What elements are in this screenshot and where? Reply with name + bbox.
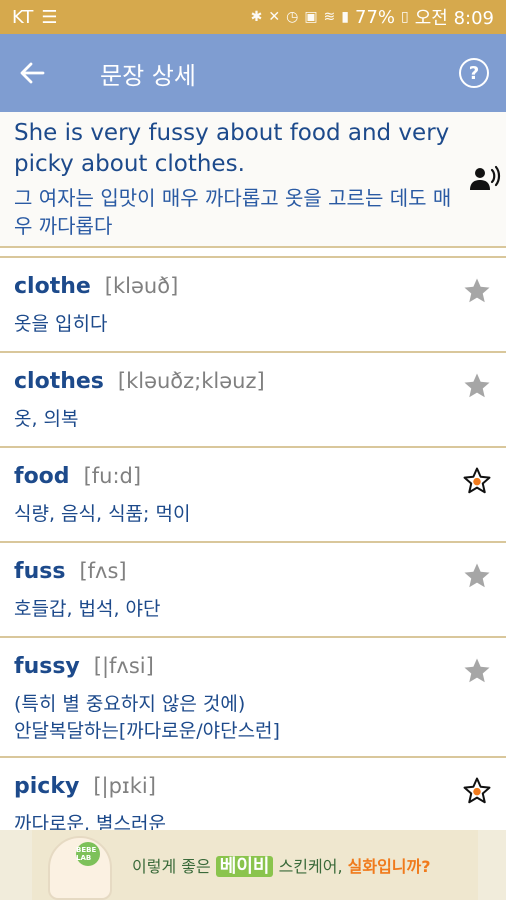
back-arrow-icon <box>20 62 45 84</box>
word-meaning-line: 안달복달하는[까다로운/야단스런] <box>14 720 280 742</box>
word-meaning: 식량, 음식, 식품; 먹이 <box>14 503 191 525</box>
star-icon[interactable] <box>462 371 492 401</box>
sentence-panel: She is very fussy about food and very pi… <box>0 112 506 248</box>
star-outline-icon[interactable] <box>462 466 492 496</box>
ad-content: BEBE LAB 이렇게 좋은 베이비 스킨케어, 실화입니까? <box>32 830 478 900</box>
word-head: clothe [kləuð] <box>14 274 446 299</box>
word-phonetic: [fʌs] <box>79 559 127 583</box>
word-item-fuss[interactable]: fuss [fʌs] 호들갑, 법석, 야단 <box>0 541 506 636</box>
word-text: fuss <box>14 559 66 584</box>
nfc-icon: ▣ <box>304 9 318 25</box>
ad-banner[interactable]: BEBE LAB 이렇게 좋은 베이비 스킨케어, 실화입니까? <box>0 830 506 900</box>
star-icon[interactable] <box>462 276 492 306</box>
word-meaning: 옷, 의복 <box>14 408 79 430</box>
mute-icon: ✕ <box>268 9 281 25</box>
back-button[interactable] <box>0 34 64 112</box>
alarm-icon: ◷ <box>286 9 299 25</box>
word-meaning: (특히 별 중요하지 않은 것에) 안달복달하는[까다로운/야단스런] <box>14 691 446 745</box>
signal-icon: ▮ <box>341 9 349 25</box>
speaker-person-icon <box>470 165 501 190</box>
word-text: fussy <box>14 654 80 679</box>
ad-highlight-2: 실화입니까? <box>347 857 431 876</box>
ad-text-part: 이렇게 좋은 <box>132 857 211 876</box>
word-item-clothes[interactable]: clothes [kləuðz;kləuz] 옷, 의복 <box>0 351 506 446</box>
clock-label: 오전 8:09 <box>414 8 494 29</box>
word-meaning: 호들갑, 법석, 야단 <box>14 598 161 620</box>
word-list: clothe [kləuð] 옷을 입히다 clothes [kləuðz;kl… <box>0 256 506 851</box>
word-head: fuss [fʌs] <box>14 559 446 584</box>
word-item-clothe[interactable]: clothe [kləuð] 옷을 입히다 <box>0 256 506 351</box>
word-phonetic: [fu:d] <box>83 464 142 488</box>
word-phonetic: [kləuð] <box>104 274 179 298</box>
star-icon[interactable] <box>462 656 492 686</box>
word-head: food [fu:d] <box>14 464 446 489</box>
battery-label: 77% <box>355 6 396 28</box>
word-text: clothe <box>14 274 91 299</box>
star-outline-icon[interactable] <box>462 776 492 806</box>
brand-logo: BEBE LAB <box>76 842 100 866</box>
word-head: fussy [|fʌsi] <box>14 654 446 679</box>
sentence-korean: 그 여자는 입맛이 매우 까다롭고 옷을 고르는 데도 매우 까다롭다 <box>14 186 452 238</box>
app-bar: 문장 상세 ? <box>0 34 506 112</box>
word-phonetic: [|fʌsi] <box>93 654 154 678</box>
status-left: KT ☰ <box>12 7 58 28</box>
sentence-english: She is very fussy about food and very pi… <box>14 120 450 177</box>
bluetooth-icon: ✱ <box>250 9 263 25</box>
word-phonetic: [kləuðz;kləuz] <box>117 369 265 393</box>
page-title: 문장 상세 <box>100 61 196 90</box>
word-meaning-line: (특히 별 중요하지 않은 것에) <box>14 693 246 715</box>
status-right: ✱ ✕ ◷ ▣ ≋ ▮ 77% ▯ 오전 8:09 <box>251 4 494 30</box>
ad-text: 이렇게 좋은 베이비 스킨케어, 실화입니까? <box>132 852 431 878</box>
menu-icon: ☰ <box>41 6 58 28</box>
battery-icon: ▯ <box>401 9 409 25</box>
word-phonetic: [|pɪki] <box>93 774 156 798</box>
word-meaning: 옷을 입히다 <box>14 313 108 335</box>
ad-text-part: 스킨케어, <box>278 857 343 876</box>
word-head: picky [|pɪki] <box>14 774 446 799</box>
word-item-food[interactable]: food [fu:d] 식량, 음식, 식품; 먹이 <box>0 446 506 541</box>
speak-button[interactable] <box>468 162 502 196</box>
help-button[interactable]: ? <box>442 34 506 112</box>
word-item-fussy[interactable]: fussy [|fʌsi] (특히 별 중요하지 않은 것에) 안달복달하는[까… <box>0 636 506 756</box>
word-text: clothes <box>14 369 104 394</box>
wifi-icon: ≋ <box>323 9 336 25</box>
ad-highlight: 베이비 <box>215 856 274 877</box>
word-head: clothes [kləuðz;kləuz] <box>14 369 446 394</box>
star-icon[interactable] <box>462 561 492 591</box>
carrier-label: KT <box>12 6 34 28</box>
word-text: picky <box>14 774 80 799</box>
help-icon: ? <box>459 58 489 88</box>
word-text: food <box>14 464 70 489</box>
status-bar: KT ☰ ✱ ✕ ◷ ▣ ≋ ▮ 77% ▯ 오전 8:09 <box>0 0 506 34</box>
